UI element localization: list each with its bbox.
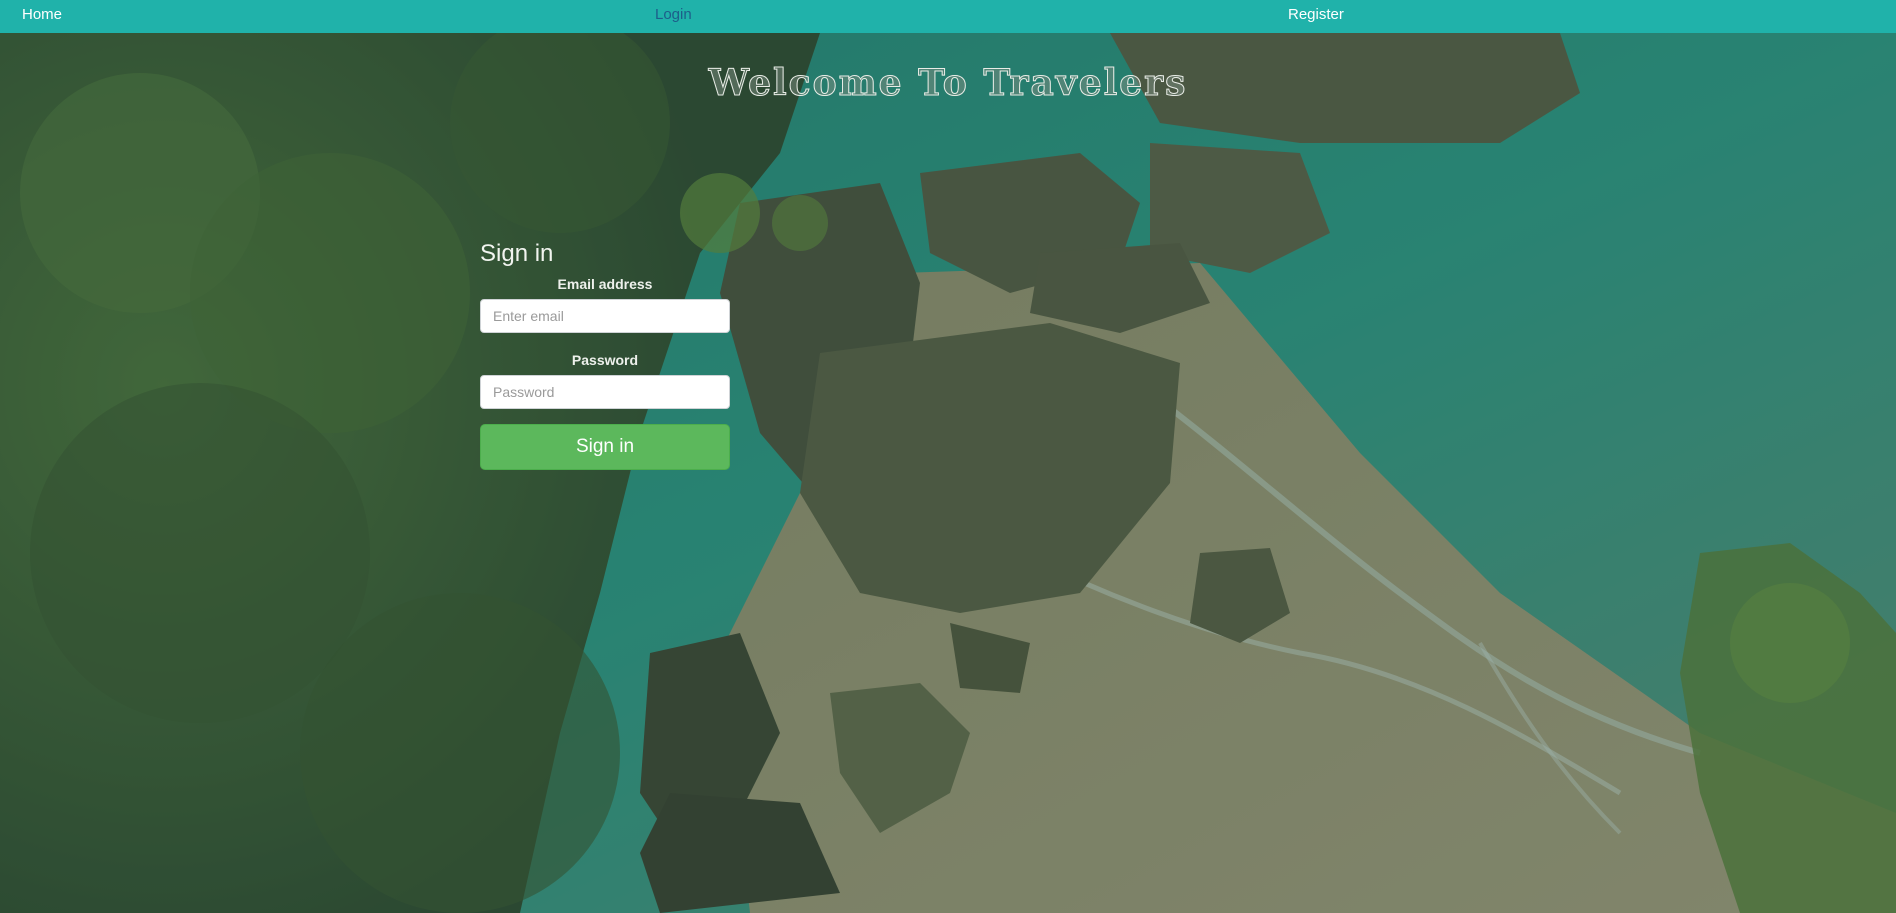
password-field[interactable] — [480, 375, 730, 409]
welcome-title: Welcome To Travelers — [0, 62, 1896, 105]
login-page: Home Login Register Welcome To Travelers… — [0, 0, 1896, 913]
top-navbar: Home Login Register — [0, 0, 1896, 33]
signin-heading: Sign in — [480, 240, 554, 267]
signin-button[interactable]: Sign in — [480, 424, 730, 470]
background-tint — [0, 33, 1896, 913]
background-image — [0, 33, 1896, 913]
nav-login-link[interactable]: Login — [655, 6, 692, 23]
password-group: Password — [480, 352, 730, 409]
email-field[interactable] — [480, 299, 730, 333]
email-label: Email address — [557, 276, 653, 292]
signin-form: Sign in Email address Password Sign in — [480, 240, 730, 470]
welcome-title-text: Welcome To Travelers — [708, 62, 1188, 105]
nav-register-link[interactable]: Register — [1288, 6, 1344, 23]
email-group: Email address — [480, 276, 730, 333]
password-label: Password — [571, 352, 639, 368]
nav-home-link[interactable]: Home — [22, 6, 62, 23]
